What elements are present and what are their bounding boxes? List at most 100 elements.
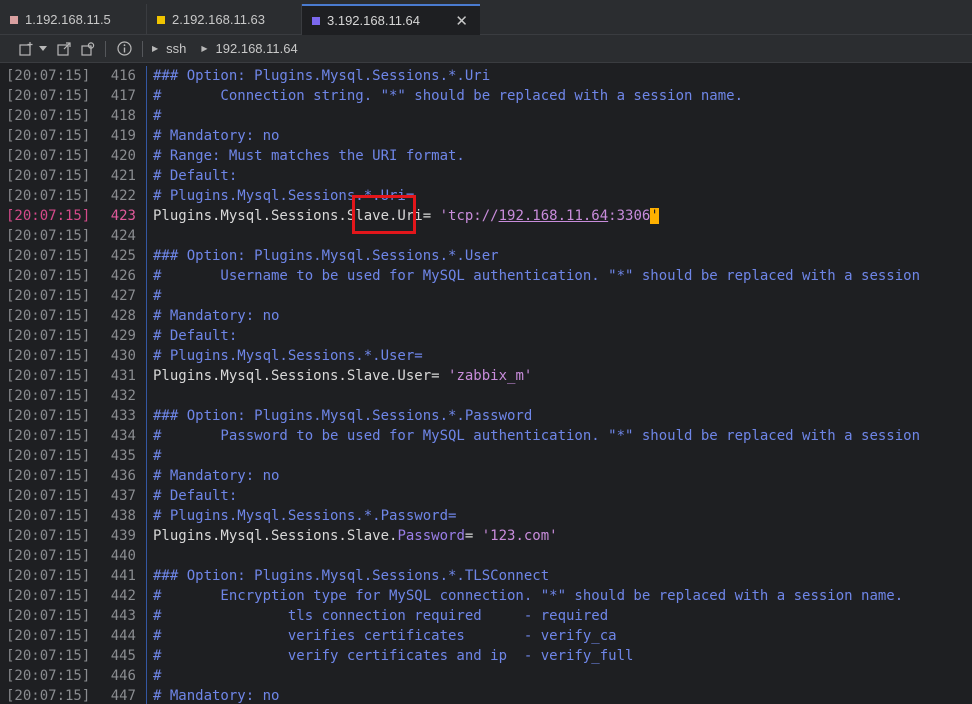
- tab-session-3[interactable]: 3.192.168.11.64 ✕: [302, 4, 480, 35]
- config-key: Plugins.Mysql.Sessions.Slave.User: [153, 368, 432, 384]
- timestamp: [20:07:15]: [6, 628, 91, 644]
- line-text: # Encryption type for MySQL connection. …: [153, 588, 904, 604]
- line-text: ### Option: Plugins.Mysql.Sessions.*.Use…: [153, 248, 499, 264]
- line-number: 442: [110, 588, 136, 604]
- tab-label: 3.192.168.11.64: [327, 13, 421, 28]
- line-number: 444: [110, 628, 136, 644]
- line-text: #: [153, 668, 162, 684]
- line-number: 441: [110, 568, 136, 584]
- breadcrumb-host[interactable]: 192.168.11.64: [216, 41, 298, 56]
- line-number: 424: [110, 228, 136, 244]
- timestamp: [20:07:15]: [6, 248, 91, 264]
- timestamp: [20:07:15]: [6, 408, 91, 424]
- tab-bar: 1.192.168.11.5 2.192.168.11.63 3.192.168…: [0, 0, 972, 35]
- tab-label: 2.192.168.11.63: [172, 12, 266, 27]
- toolbar-divider: [142, 40, 143, 57]
- breadcrumb-arrow-icon: ▶: [201, 44, 208, 53]
- equals-sign: =: [431, 368, 449, 384]
- line-text: Plugins.Mysql.Sessions.Slave.User= 'zabb…: [153, 366, 532, 386]
- timestamp: [20:07:15]: [6, 668, 91, 684]
- line-text: #: [153, 108, 162, 124]
- line-number: 430: [110, 348, 136, 364]
- line-number: 417: [110, 88, 136, 104]
- info-icon[interactable]: [116, 41, 132, 56]
- line-number: 433: [110, 408, 136, 424]
- tab-session-2[interactable]: 2.192.168.11.63: [147, 4, 302, 35]
- timestamp: [20:07:15]: [6, 308, 91, 324]
- timestamp: [20:07:15]: [6, 448, 91, 464]
- line-number: 418: [110, 108, 136, 124]
- line-number: 419: [110, 128, 136, 144]
- timestamp: [20:07:15]: [6, 508, 91, 524]
- line-text: Plugins.Mysql.Sessions.Slave.Password= '…: [153, 526, 558, 546]
- timestamp: [20:07:15]: [6, 388, 91, 404]
- line-text: # Default:: [153, 488, 238, 504]
- line-number: 429: [110, 328, 136, 344]
- line-text: # tls connection required - required: [153, 608, 609, 624]
- tab-label: 1.192.168.11.5: [25, 12, 111, 27]
- line-text: # Mandatory: no: [153, 688, 280, 704]
- timestamp: [20:07:15]: [6, 128, 91, 144]
- duplicate-icon[interactable]: [80, 41, 96, 56]
- line-text: #: [153, 448, 162, 464]
- gutter-divider: [146, 66, 147, 704]
- line-number: 434: [110, 428, 136, 444]
- line-number: 422: [110, 188, 136, 204]
- tab-session-1[interactable]: 1.192.168.11.5: [0, 4, 147, 35]
- uri-host-link: 192.168.11.64: [498, 208, 609, 224]
- timestamp: [20:07:15]: [6, 428, 91, 444]
- timestamp: [20:07:15]: [6, 648, 91, 664]
- line-text: # Mandatory: no: [153, 128, 280, 144]
- timestamp: [20:07:15]: [6, 88, 91, 104]
- line-number: 443: [110, 608, 136, 624]
- tab-color-dot: [157, 15, 165, 24]
- line-number: 428: [110, 308, 136, 324]
- line-number: 431: [110, 368, 136, 384]
- line-number: 416: [110, 68, 136, 84]
- line-number: 426: [110, 268, 136, 284]
- line-text: # verifies certificates - verify_ca: [153, 628, 617, 644]
- line-text: # Plugins.Mysql.Sessions.*.User=: [153, 348, 423, 364]
- timestamp: [20:07:15]: [6, 568, 91, 584]
- timestamp: [20:07:15]: [6, 348, 91, 364]
- new-window-icon[interactable]: [56, 41, 72, 56]
- line-text: ### Option: Plugins.Mysql.Sessions.*.Pas…: [153, 408, 533, 424]
- line-number: 447: [110, 688, 136, 704]
- uri-scheme: tcp://: [448, 208, 499, 224]
- equals-sign: =: [422, 208, 440, 224]
- line-text: # Range: Must matches the URI format.: [153, 148, 465, 164]
- line-number: 420: [110, 148, 136, 164]
- line-text: # Mandatory: no: [153, 468, 280, 484]
- config-key-keyword: Password: [397, 528, 465, 544]
- line-text: # Default:: [153, 328, 238, 344]
- line-number: 427: [110, 288, 136, 304]
- line-number: 425: [110, 248, 136, 264]
- timestamp: [20:07:15]: [6, 188, 91, 204]
- line-text: ### Option: Plugins.Mysql.Sessions.*.Uri: [153, 68, 491, 84]
- tab-color-dot: [312, 16, 320, 25]
- line-text: #: [153, 288, 162, 304]
- timestamp: [20:07:15]: [6, 288, 91, 304]
- chevron-down-icon[interactable]: [38, 45, 48, 52]
- highlight-box: [352, 195, 416, 234]
- toolbar-divider: [105, 40, 106, 57]
- breadcrumb-ssh[interactable]: ssh: [166, 41, 186, 56]
- tab-color-dot: [10, 15, 18, 24]
- line-number: 436: [110, 468, 136, 484]
- timestamp: [20:07:15]: [6, 268, 91, 284]
- line-text: # Connection string. "*" should be repla…: [153, 88, 744, 104]
- timestamp: [20:07:15]: [6, 208, 91, 224]
- line-text: # Mandatory: no: [153, 308, 280, 324]
- uri-port: :3306: [608, 208, 651, 224]
- new-tab-icon[interactable]: [18, 41, 34, 57]
- quote: ': [439, 208, 449, 224]
- line-text: ### Option: Plugins.Mysql.Sessions.*.TLS…: [153, 568, 550, 584]
- config-value: 'zabbix_m': [448, 368, 533, 384]
- close-icon[interactable]: ✕: [455, 12, 468, 30]
- timestamp: [20:07:15]: [6, 108, 91, 124]
- cursor: ': [650, 208, 659, 224]
- line-number: 432: [110, 388, 136, 404]
- timestamp: [20:07:15]: [6, 168, 91, 184]
- timestamp: [20:07:15]: [6, 228, 91, 244]
- line-number: 435: [110, 448, 136, 464]
